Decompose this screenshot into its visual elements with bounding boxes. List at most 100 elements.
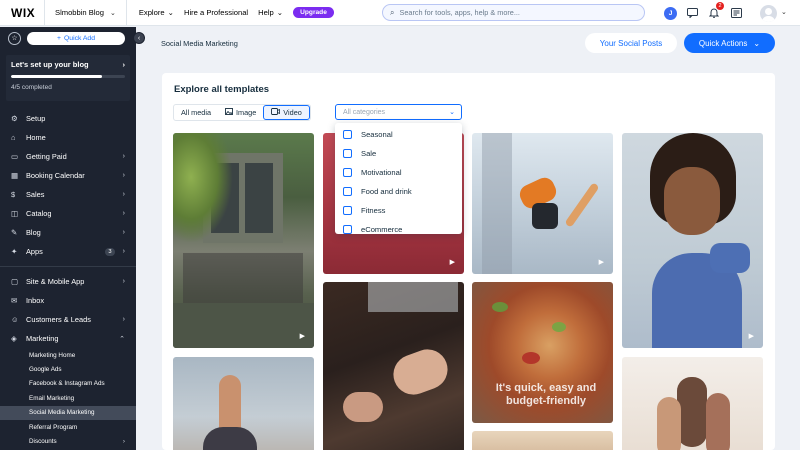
sidebar-item-label: Booking Calendar (26, 171, 85, 180)
tab-label: Video (283, 108, 302, 117)
checkbox[interactable] (343, 187, 352, 196)
site-switcher[interactable]: Slmobbin Blog ⌄ (45, 0, 126, 26)
category-option-label: Food and drink (361, 187, 412, 196)
top-nav-explore[interactable]: Explore ⌄ (139, 8, 174, 17)
sidebar-item-site-mobile-app[interactable]: ▢ Site & Mobile App › (0, 272, 136, 291)
sidebar-item-getting-paid[interactable]: ▭ Getting Paid › (0, 147, 136, 166)
templates-panel: Explore all templates All media Image Vide… (162, 73, 775, 450)
search-icon: ⌕ (390, 7, 395, 17)
template-tile-hair[interactable] (323, 282, 464, 450)
template-tile-yoga[interactable]: ▶ (173, 133, 314, 348)
template-tile-snowboard[interactable]: ▶ (472, 133, 613, 274)
category-option-fitness[interactable]: Fitness (335, 201, 462, 220)
apps-icon: ✦ (11, 247, 18, 256)
template-tile-praying-hands[interactable] (173, 357, 314, 450)
sidebar-item-setup[interactable]: ⚙ Setup (0, 109, 136, 128)
wrench-icon: ⚙ (11, 114, 18, 123)
chevron-down-icon: ⌄ (109, 9, 116, 17)
submenu-item-email-marketing[interactable]: Email Marketing (0, 391, 136, 405)
top-nav-hire-a-professional[interactable]: Hire a Professional (184, 8, 248, 17)
quick-add-button[interactable]: + Quick Add (27, 31, 125, 45)
tab-label: All media (181, 108, 212, 117)
quick-actions-button[interactable]: Quick Actions ⌄ (684, 33, 775, 53)
submenu-item-facebook-instagram-ads[interactable]: Facebook & Instagram Ads (0, 377, 136, 391)
category-option-food-and-drink[interactable]: Food and drink (335, 182, 462, 201)
chevron-right-icon: › (122, 278, 125, 285)
category-select[interactable]: All categories ⌄ (335, 104, 462, 120)
user-avatar[interactable] (760, 5, 777, 22)
account-avatar[interactable]: J (664, 6, 677, 20)
star-icon[interactable]: ☆ (8, 31, 21, 45)
checkbox[interactable] (343, 130, 352, 139)
tab-video[interactable]: Video (263, 105, 310, 120)
chevron-right-icon: › (122, 438, 125, 446)
submenu-item-label: Google Ads (29, 366, 62, 374)
divider (0, 266, 136, 267)
template-tile-partial[interactable] (472, 431, 613, 450)
submenu-item-referral-program[interactable]: Referral Program (0, 420, 136, 434)
chevron-right-icon: › (122, 210, 125, 217)
category-option-motivational[interactable]: Motivational (335, 163, 462, 182)
category-option-sale[interactable]: Sale (335, 144, 462, 163)
tab-all-media[interactable]: All media (174, 105, 218, 120)
tab-image[interactable]: Image (218, 105, 263, 120)
top-icons: J 2 (664, 2, 743, 22)
collapse-sidebar-button[interactable]: ‹ (133, 32, 145, 44)
sidebar-item-booking-calendar[interactable]: ▦ Booking Calendar › (0, 166, 136, 185)
sidebar-item-home[interactable]: ⌂ Home (0, 128, 136, 147)
chevron-right-icon: › (122, 191, 125, 198)
marketing-icon: ◈ (11, 334, 17, 343)
sidebar-item-inbox[interactable]: ✉ Inbox (0, 291, 136, 310)
sidebar-item-label: Setup (26, 114, 46, 123)
submenu-item-social-media-marketing[interactable]: Social Media Marketing (0, 405, 136, 420)
checkbox[interactable] (343, 149, 352, 158)
breadcrumb: Social Media Marketing (161, 39, 238, 48)
sidebar-item-label: Inbox (26, 296, 45, 305)
blog-icon: ✎ (11, 228, 18, 237)
chevron-right-icon: › (122, 153, 125, 160)
template-tile-fitness-woman[interactable]: ▶ (622, 133, 763, 348)
sidebar: ☆ + Quick Add Let's set up your blog › 4… (0, 27, 136, 450)
category-option-seasonal[interactable]: Seasonal (335, 125, 462, 144)
chevron-right-icon: › (122, 172, 125, 179)
sidebar-item-customers-leads[interactable]: ☺ Customers & Leads › (0, 310, 136, 329)
submenu-item-label: Referral Program (29, 423, 78, 431)
category-option-ecommerce[interactable]: eCommerce (335, 220, 462, 239)
submenu-item-label: Marketing Home (29, 351, 76, 359)
submenu-item-marketing-home[interactable]: Marketing Home (0, 348, 136, 362)
sidebar-item-sales[interactable]: $ Sales › (0, 185, 136, 204)
setup-progress-card[interactable]: Let's set up your blog › 4/5 completed (6, 55, 130, 101)
template-tile-pizza[interactable]: It's quick, easy and budget-friendly (472, 282, 613, 423)
sidebar-item-catalog[interactable]: ◫ Catalog › (0, 204, 136, 223)
chevron-down-icon[interactable]: ⌄ (781, 8, 787, 16)
checkbox[interactable] (343, 168, 352, 177)
template-tile-high-five[interactable] (622, 357, 763, 450)
top-nav-help[interactable]: Help ⌄ (258, 8, 283, 17)
your-social-posts-button[interactable]: Your Social Posts (585, 33, 677, 53)
sidebar-item-apps[interactable]: ✦ Apps 3 › (0, 242, 136, 261)
chat-icon[interactable] (685, 6, 699, 20)
category-placeholder: All categories (343, 108, 386, 116)
play-icon: ▶ (748, 333, 754, 340)
chevron-right-icon: › (122, 229, 125, 236)
submenu-item-label: Social Media Marketing (29, 409, 95, 417)
wix-logo[interactable]: WIX (0, 6, 44, 20)
sidebar-item-marketing[interactable]: ◈ Marketing ⌃ (0, 329, 136, 348)
news-icon[interactable] (729, 6, 743, 20)
checkbox[interactable] (343, 225, 352, 234)
submenu-item-google-ads[interactable]: Google Ads (0, 362, 136, 376)
notification-count-badge: 2 (716, 2, 724, 10)
search-placeholder: Search for tools, apps, help & more... (399, 8, 520, 17)
bell-icon[interactable]: 2 (707, 2, 724, 20)
calendar-icon: ▦ (11, 171, 19, 180)
search-input[interactable]: ⌕ Search for tools, apps, help & more... (382, 4, 645, 21)
media-filter-tabs: All media Image Video (173, 104, 311, 121)
inbox-icon: ✉ (11, 296, 18, 305)
category-option-label: eCommerce (361, 225, 403, 234)
sidebar-item-label: Blog (26, 228, 41, 237)
checkbox[interactable] (343, 206, 352, 215)
submenu-item-discounts[interactable]: Discounts › (0, 434, 136, 448)
category-option-label: Sale (361, 149, 377, 158)
sidebar-item-blog[interactable]: ✎ Blog › (0, 223, 136, 242)
upgrade-button[interactable]: Upgrade (293, 7, 334, 18)
